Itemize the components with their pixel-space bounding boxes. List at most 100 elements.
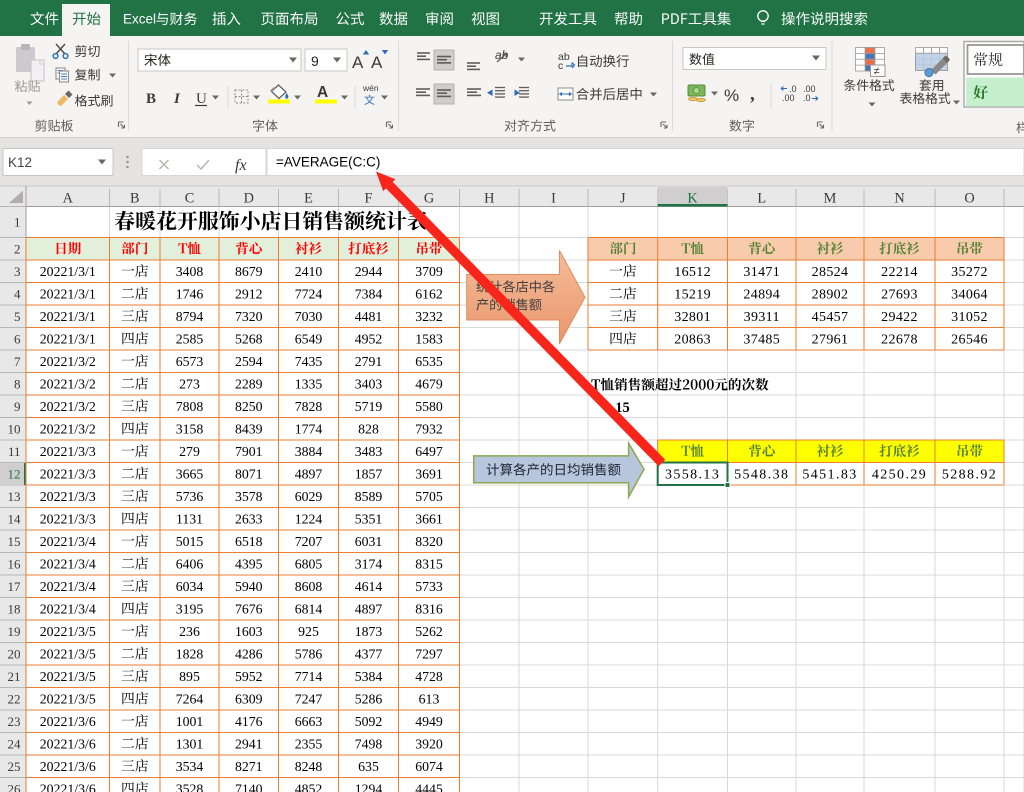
svg-text:20221/3/4: 20221/3/4 (40, 601, 96, 616)
svg-text:20221/3/6: 20221/3/6 (40, 714, 96, 729)
svg-text:1001: 1001 (176, 714, 204, 729)
svg-text:20221/3/2: 20221/3/2 (40, 399, 96, 414)
svg-text:5548.38: 5548.38 (734, 467, 789, 482)
svg-text:273: 273 (179, 376, 200, 391)
svg-text:5451.83: 5451.83 (802, 467, 857, 482)
svg-text:20221/3/1: 20221/3/1 (40, 309, 96, 324)
svg-text:5580: 5580 (415, 399, 443, 414)
svg-text:3691: 3691 (415, 466, 443, 481)
svg-text:20221/3/5: 20221/3/5 (40, 669, 96, 684)
svg-text:,: , (750, 84, 755, 105)
svg-text:2912: 2912 (235, 286, 263, 301)
svg-text:6: 6 (14, 331, 21, 346)
svg-text:20221/3/6: 20221/3/6 (40, 736, 96, 751)
svg-text:828: 828 (358, 421, 379, 436)
svg-text:3709: 3709 (415, 264, 443, 279)
svg-text:20221/3/3: 20221/3/3 (40, 444, 96, 459)
svg-text:1301: 1301 (176, 736, 204, 751)
svg-text:39311: 39311 (744, 310, 780, 325)
svg-text:26: 26 (8, 781, 22, 792)
svg-text:J: J (620, 191, 626, 207)
svg-text:L: L (757, 191, 766, 207)
svg-text:8439: 8439 (235, 421, 263, 436)
svg-text:32801: 32801 (674, 310, 711, 325)
svg-text:7932: 7932 (415, 421, 443, 436)
svg-text:.0: .0 (803, 93, 811, 103)
svg-text:18: 18 (8, 601, 21, 616)
svg-text:20221/3/1: 20221/3/1 (40, 264, 96, 279)
svg-text:16512: 16512 (674, 265, 711, 280)
svg-text:26546: 26546 (951, 332, 988, 347)
svg-text:.00: .00 (782, 93, 795, 103)
svg-text:3534: 3534 (176, 759, 204, 774)
svg-text:3403: 3403 (355, 376, 383, 391)
svg-text:9: 9 (311, 53, 319, 69)
svg-text:24894: 24894 (743, 287, 780, 302)
svg-text:3158: 3158 (176, 421, 204, 436)
svg-text:4679: 4679 (415, 376, 443, 391)
svg-text:6814: 6814 (295, 601, 323, 616)
svg-text:8320: 8320 (415, 534, 443, 549)
svg-text:6535: 6535 (415, 354, 443, 369)
svg-text:c: c (558, 60, 563, 72)
svg-text:3665: 3665 (176, 466, 204, 481)
svg-text:7140: 7140 (235, 781, 263, 792)
svg-text:3408: 3408 (176, 264, 204, 279)
svg-text:3884: 3884 (295, 444, 323, 459)
svg-text:4176: 4176 (235, 714, 263, 729)
svg-text:8250: 8250 (235, 399, 263, 414)
svg-text:1746: 1746 (176, 286, 204, 301)
svg-text:28902: 28902 (812, 287, 849, 302)
svg-text:1583: 1583 (415, 331, 443, 346)
svg-text:4949: 4949 (415, 714, 443, 729)
svg-text:28524: 28524 (812, 265, 849, 280)
svg-text:1873: 1873 (355, 624, 383, 639)
svg-text:35272: 35272 (951, 265, 988, 280)
svg-text:%: % (724, 86, 739, 105)
svg-text:20221/3/5: 20221/3/5 (40, 691, 96, 706)
svg-text:20221/3/2: 20221/3/2 (40, 421, 96, 436)
svg-text:6309: 6309 (235, 691, 263, 706)
svg-text:20221/3/4: 20221/3/4 (40, 534, 96, 549)
svg-text:20221/3/6: 20221/3/6 (40, 759, 96, 774)
svg-text:11: 11 (8, 444, 21, 459)
svg-text:31052: 31052 (951, 310, 988, 325)
svg-text:2941: 2941 (235, 736, 263, 751)
svg-text:8071: 8071 (235, 466, 263, 481)
svg-text:F: F (365, 191, 373, 207)
svg-text:C: C (185, 191, 195, 207)
svg-text:wén: wén (362, 83, 379, 93)
svg-text:=AVERAGE(C:C): =AVERAGE(C:C) (276, 155, 380, 170)
svg-text:5015: 5015 (176, 534, 204, 549)
svg-text:A: A (352, 53, 364, 72)
svg-text:7808: 7808 (176, 399, 204, 414)
svg-text:27693: 27693 (881, 287, 918, 302)
svg-text:4614: 4614 (355, 579, 383, 594)
svg-text:19: 19 (8, 624, 21, 639)
svg-text:1335: 1335 (295, 376, 323, 391)
svg-text:7297: 7297 (415, 646, 443, 661)
svg-text:7320: 7320 (235, 309, 263, 324)
svg-text:5705: 5705 (415, 489, 443, 504)
svg-text:1774: 1774 (295, 421, 323, 436)
svg-text:2791: 2791 (355, 354, 383, 369)
svg-text:3232: 3232 (415, 309, 443, 324)
svg-text:5736: 5736 (176, 489, 204, 504)
svg-text:4897: 4897 (355, 601, 383, 616)
svg-text:4250.29: 4250.29 (872, 467, 927, 482)
svg-text:13: 13 (8, 489, 21, 504)
svg-text:K: K (687, 191, 698, 207)
svg-text:6497: 6497 (415, 444, 443, 459)
svg-text:10: 10 (8, 421, 21, 436)
svg-text:5262: 5262 (415, 624, 443, 639)
svg-text:4377: 4377 (355, 646, 383, 661)
svg-text:1224: 1224 (295, 511, 323, 526)
svg-text:O: O (964, 191, 974, 207)
svg-text:2594: 2594 (235, 354, 263, 369)
svg-text:4952: 4952 (355, 331, 383, 346)
svg-text:20863: 20863 (674, 332, 711, 347)
svg-text:8679: 8679 (235, 264, 263, 279)
svg-text:6074: 6074 (415, 759, 443, 774)
svg-text:8: 8 (14, 376, 21, 391)
svg-text:5733: 5733 (415, 579, 443, 594)
